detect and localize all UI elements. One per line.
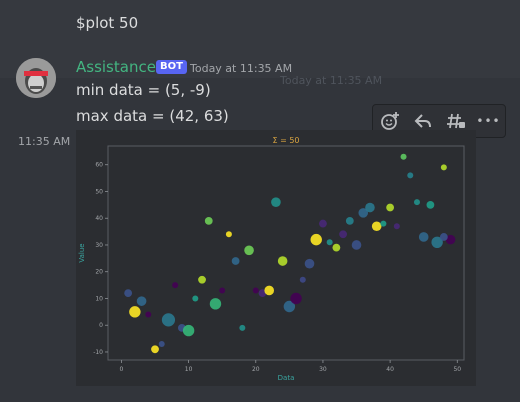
scatter-point xyxy=(386,203,395,212)
scatter-point xyxy=(393,223,400,230)
scatter-point xyxy=(225,231,232,238)
scatter-point xyxy=(407,172,414,179)
chart-title: Σ = 50 xyxy=(272,136,299,145)
y-tick-label: 60 xyxy=(95,162,103,169)
add-reaction-icon xyxy=(380,112,399,130)
scatter-point xyxy=(418,232,429,242)
scatter-point xyxy=(339,230,347,239)
scatter-point xyxy=(192,295,199,302)
scatter-point xyxy=(198,275,206,284)
username[interactable]: Assistance xyxy=(76,58,156,76)
x-tick-label: 20 xyxy=(252,366,260,373)
message-line-min: min data = (5, -9) xyxy=(76,81,211,99)
avatar[interactable] xyxy=(16,58,56,98)
scatter-point xyxy=(151,345,159,354)
y-tick-label: 50 xyxy=(95,188,103,195)
scatter-point xyxy=(129,306,141,318)
scatter-point xyxy=(439,233,448,241)
side-timestamp: 11:35 AM xyxy=(18,135,71,148)
scatter-point xyxy=(161,313,176,327)
x-axis-label: Data xyxy=(278,374,295,382)
more-icon: ••• xyxy=(476,114,501,128)
x-tick-label: 40 xyxy=(386,366,394,373)
y-tick-label: -10 xyxy=(93,349,103,356)
create-thread-icon xyxy=(446,113,465,129)
x-tick-label: 30 xyxy=(319,366,327,373)
scatter-point xyxy=(182,324,195,337)
y-tick-label: 20 xyxy=(95,269,103,276)
scatter-point xyxy=(332,243,341,252)
chart-image[interactable]: Σ = 50 Data Value 0 10 20 30 40 50 -10 0 10 20 30 4… xyxy=(76,130,476,386)
scatter-point xyxy=(400,153,407,160)
scatter-point xyxy=(219,287,226,294)
scatter-point xyxy=(310,233,322,246)
scatter-point xyxy=(365,202,375,213)
y-tick-label: 30 xyxy=(95,242,103,249)
y-tick-label: 0 xyxy=(99,322,103,329)
scatter-point xyxy=(145,311,152,318)
bot-tag: BOT xyxy=(156,60,187,74)
scatter-point xyxy=(319,219,327,228)
previous-message: $plot 50 xyxy=(76,14,138,32)
scatter-point xyxy=(239,324,246,331)
message-timestamp[interactable]: Today at 11:35 AM xyxy=(190,62,292,75)
scatter-point xyxy=(172,282,179,289)
scatter-point xyxy=(299,276,306,283)
scatter-point xyxy=(304,258,315,269)
scatter-point xyxy=(271,197,281,207)
ghost-timestamp: Today at 11:35 AM xyxy=(280,74,383,87)
scatter-point xyxy=(380,220,387,227)
message-line-max: max data = (42, 63) xyxy=(76,107,229,125)
avatar-image-icon xyxy=(16,58,56,98)
scatter-point xyxy=(124,289,133,298)
x-tick-label: 50 xyxy=(453,366,461,373)
scatter-point xyxy=(158,340,165,347)
reply-icon xyxy=(414,114,431,128)
scatter-point xyxy=(440,164,447,171)
scatter-point xyxy=(231,257,240,265)
scatter-point xyxy=(426,200,435,209)
x-tick-label: 0 xyxy=(120,366,124,373)
scatter-point xyxy=(264,285,275,296)
y-tick-label: 10 xyxy=(95,295,103,302)
y-tick-label: 40 xyxy=(95,215,103,222)
scatter-point xyxy=(136,296,147,306)
scatter-chart: Σ = 50 Data Value 0 10 20 30 40 50 -10 0 10 20 30 4… xyxy=(76,130,476,386)
scatter-point xyxy=(204,217,213,225)
scatter-point xyxy=(351,240,362,250)
scatter-point xyxy=(209,298,222,310)
scatter-point xyxy=(371,221,382,232)
scatter-point xyxy=(413,199,420,206)
more-button[interactable]: ••• xyxy=(475,107,503,135)
scatter-point xyxy=(326,239,333,246)
scatter-point xyxy=(290,292,302,305)
scatter-point xyxy=(345,217,354,225)
y-axis-label: Value xyxy=(78,243,86,262)
previous-message-text: $plot 50 xyxy=(76,14,139,32)
scatter-point xyxy=(277,256,288,266)
x-tick-label: 10 xyxy=(185,366,193,373)
scatter-point xyxy=(252,287,259,294)
scatter-point xyxy=(244,245,254,256)
